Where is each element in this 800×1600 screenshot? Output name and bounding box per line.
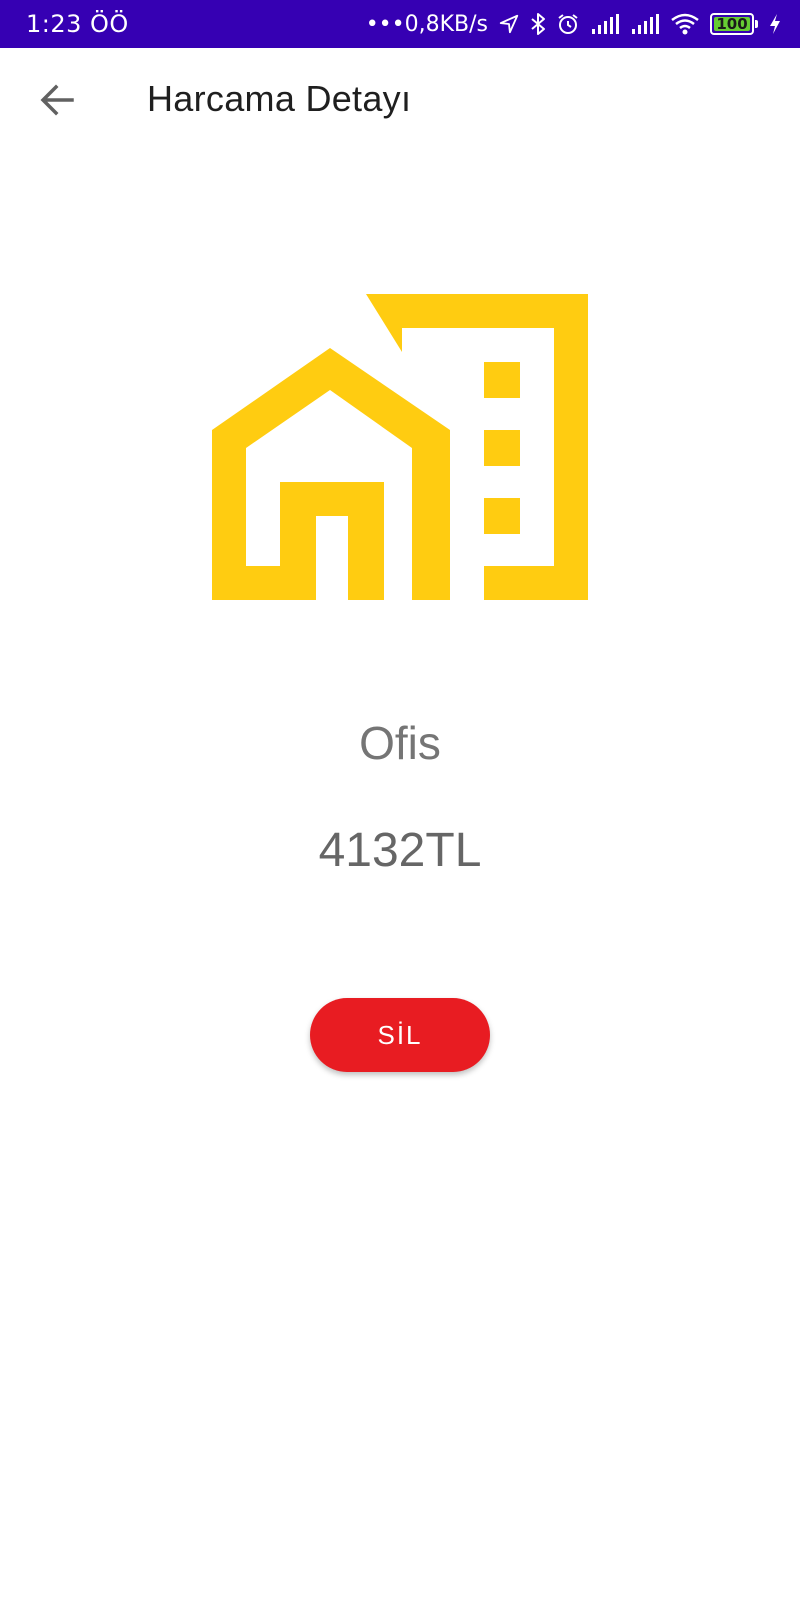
signal-icon bbox=[630, 13, 660, 35]
arrow-left-icon bbox=[38, 80, 78, 124]
expense-amount: 4132TL bbox=[318, 824, 482, 877]
home-building-icon bbox=[212, 294, 588, 602]
expense-category: Ofis bbox=[359, 717, 441, 769]
battery-tip bbox=[755, 20, 758, 28]
page-title: Harcama Detayı bbox=[147, 78, 412, 119]
battery-icon: 100 bbox=[710, 13, 758, 35]
charging-icon bbox=[768, 13, 782, 35]
delete-button[interactable]: SİL bbox=[310, 998, 490, 1072]
status-icons: •••0,8KB/s 100 bbox=[366, 12, 782, 37]
signal-icon bbox=[590, 13, 620, 35]
network-speed: •••0,8KB/s bbox=[365, 11, 488, 37]
location-icon bbox=[498, 13, 520, 35]
battery-body: 100 bbox=[710, 13, 754, 35]
battery-level: 100 bbox=[716, 14, 748, 33]
wifi-icon bbox=[670, 12, 700, 36]
app-bar: Harcama Detayı bbox=[0, 48, 800, 164]
back-button[interactable] bbox=[26, 70, 90, 134]
bluetooth-icon bbox=[530, 12, 546, 36]
status-bar: 1:23 ÖÖ •••0,8KB/s 100 bbox=[0, 0, 800, 48]
alarm-icon bbox=[556, 12, 580, 36]
status-time: 1:23 ÖÖ bbox=[26, 10, 129, 38]
